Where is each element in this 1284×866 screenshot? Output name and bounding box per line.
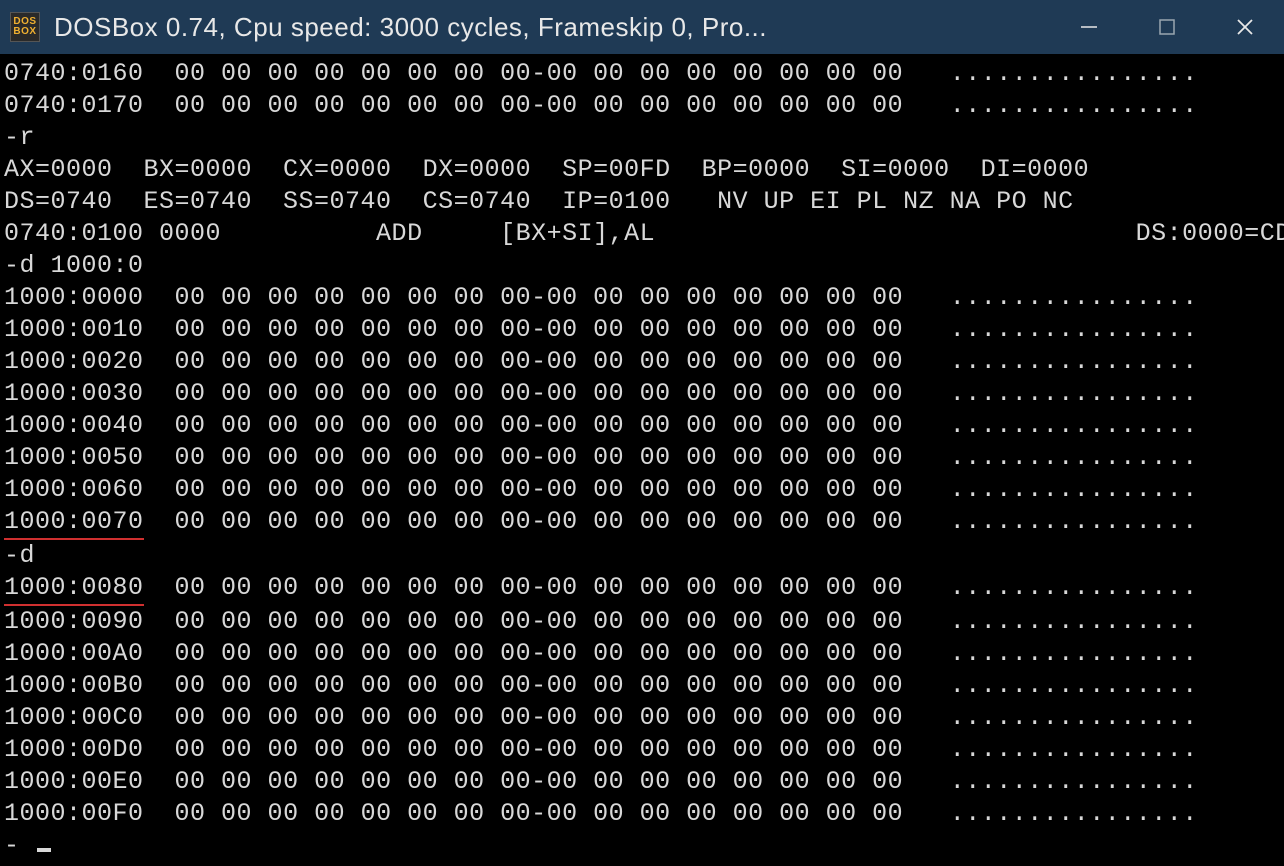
memdump-address: 1000:0010 xyxy=(4,315,144,344)
memdump-ascii: ................ xyxy=(950,671,1198,700)
memdump-address: 0740:0160 xyxy=(4,59,144,88)
memdump-bytes: 00 00 00 00 00 00 00 00-00 00 00 00 00 0… xyxy=(175,767,904,796)
memdump-row: 1000:00F0 00 00 00 00 00 00 00 00-00 00 … xyxy=(4,798,1280,830)
minimize-icon xyxy=(1079,17,1099,37)
memdump-ascii: ................ xyxy=(950,607,1198,636)
command-input: -d xyxy=(4,540,1280,572)
memdump-address: 1000:0000 xyxy=(4,283,144,312)
memdump-bytes: 00 00 00 00 00 00 00 00-00 00 00 00 00 0… xyxy=(175,507,904,536)
memdump-address: 1000:0060 xyxy=(4,475,144,504)
memdump-row: 1000:00B0 00 00 00 00 00 00 00 00-00 00 … xyxy=(4,670,1280,702)
memdump-address: 1000:0020 xyxy=(4,347,144,376)
memdump-bytes: 00 00 00 00 00 00 00 00-00 00 00 00 00 0… xyxy=(175,799,904,828)
memdump-ascii: ................ xyxy=(950,315,1198,344)
memdump-ascii: ................ xyxy=(950,443,1198,472)
memdump-address: 1000:00B0 xyxy=(4,671,144,700)
memdump-address: 1000:00C0 xyxy=(4,703,144,732)
memdump-row: 1000:0000 00 00 00 00 00 00 00 00-00 00 … xyxy=(4,282,1280,314)
memdump-row: 1000:00C0 00 00 00 00 00 00 00 00-00 00 … xyxy=(4,702,1280,734)
memdump-address: 0740:0170 xyxy=(4,91,144,120)
maximize-button[interactable] xyxy=(1128,0,1206,54)
memdump-bytes: 00 00 00 00 00 00 00 00-00 00 00 00 00 0… xyxy=(175,347,904,376)
memdump-bytes: 00 00 00 00 00 00 00 00-00 00 00 00 00 0… xyxy=(175,703,904,732)
memdump-bytes: 00 00 00 00 00 00 00 00-00 00 00 00 00 0… xyxy=(175,607,904,636)
registers-line: DS=0740 ES=0740 SS=0740 CS=0740 IP=0100 … xyxy=(4,186,1280,218)
disassembly-line: 0740:0100 0000 ADD [BX+SI],AL DS:0000=CD xyxy=(4,218,1280,250)
memdump-ascii: ................ xyxy=(950,379,1198,408)
memdump-address: 1000:0040 xyxy=(4,411,144,440)
memdump-address: 1000:00A0 xyxy=(4,639,144,668)
memdump-ascii: ................ xyxy=(950,475,1198,504)
memdump-ascii: ................ xyxy=(950,283,1198,312)
memdump-address: 1000:00E0 xyxy=(4,767,144,796)
memdump-bytes: 00 00 00 00 00 00 00 00-00 00 00 00 00 0… xyxy=(175,91,904,120)
memdump-ascii: ................ xyxy=(950,411,1198,440)
memdump-ascii: ................ xyxy=(950,507,1198,536)
memdump-row: 1000:0040 00 00 00 00 00 00 00 00-00 00 … xyxy=(4,410,1280,442)
memdump-row: 1000:00A0 00 00 00 00 00 00 00 00-00 00 … xyxy=(4,638,1280,670)
memdump-address: 1000:00F0 xyxy=(4,799,144,828)
memdump-row: 0740:0160 00 00 00 00 00 00 00 00-00 00 … xyxy=(4,58,1280,90)
memdump-row: 1000:0060 00 00 00 00 00 00 00 00-00 00 … xyxy=(4,474,1280,506)
window-title: DOSBox 0.74, Cpu speed: 3000 cycles, Fra… xyxy=(54,12,767,43)
app-window: DOS BOX DOSBox 0.74, Cpu speed: 3000 cyc… xyxy=(0,0,1284,866)
memdump-bytes: 00 00 00 00 00 00 00 00-00 00 00 00 00 0… xyxy=(175,639,904,668)
memdump-address: 1000:00D0 xyxy=(4,735,144,764)
memdump-ascii: ................ xyxy=(950,799,1198,828)
memdump-bytes: 00 00 00 00 00 00 00 00-00 00 00 00 00 0… xyxy=(175,379,904,408)
memdump-row: 1000:0080 00 00 00 00 00 00 00 00-00 00 … xyxy=(4,572,1280,606)
memdump-bytes: 00 00 00 00 00 00 00 00-00 00 00 00 00 0… xyxy=(175,443,904,472)
command-input: -r xyxy=(4,122,1280,154)
memdump-row: 1000:0050 00 00 00 00 00 00 00 00-00 00 … xyxy=(4,442,1280,474)
memdump-row: 1000:0010 00 00 00 00 00 00 00 00-00 00 … xyxy=(4,314,1280,346)
memdump-ascii: ................ xyxy=(950,59,1198,88)
memdump-row: 1000:0030 00 00 00 00 00 00 00 00-00 00 … xyxy=(4,378,1280,410)
memdump-ascii: ................ xyxy=(950,703,1198,732)
memdump-bytes: 00 00 00 00 00 00 00 00-00 00 00 00 00 0… xyxy=(175,283,904,312)
memdump-address: 1000:0090 xyxy=(4,607,144,636)
terminal-output[interactable]: 0740:0160 00 00 00 00 00 00 00 00-00 00 … xyxy=(0,54,1284,866)
memdump-address: 1000:0080 xyxy=(4,572,144,606)
prompt[interactable]: - xyxy=(4,830,1280,862)
memdump-row: 1000:0020 00 00 00 00 00 00 00 00-00 00 … xyxy=(4,346,1280,378)
memdump-row: 1000:00D0 00 00 00 00 00 00 00 00-00 00 … xyxy=(4,734,1280,766)
cursor xyxy=(37,848,51,852)
memdump-bytes: 00 00 00 00 00 00 00 00-00 00 00 00 00 0… xyxy=(175,671,904,700)
memdump-row: 1000:0090 00 00 00 00 00 00 00 00-00 00 … xyxy=(4,606,1280,638)
memdump-bytes: 00 00 00 00 00 00 00 00-00 00 00 00 00 0… xyxy=(175,475,904,504)
close-button[interactable] xyxy=(1206,0,1284,54)
titlebar[interactable]: DOS BOX DOSBox 0.74, Cpu speed: 3000 cyc… xyxy=(0,0,1284,54)
memdump-ascii: ................ xyxy=(950,91,1198,120)
command-input: -d 1000:0 xyxy=(4,250,1280,282)
memdump-bytes: 00 00 00 00 00 00 00 00-00 00 00 00 00 0… xyxy=(175,735,904,764)
memdump-bytes: 00 00 00 00 00 00 00 00-00 00 00 00 00 0… xyxy=(175,573,904,602)
memdump-ascii: ................ xyxy=(950,573,1198,602)
memdump-bytes: 00 00 00 00 00 00 00 00-00 00 00 00 00 0… xyxy=(175,315,904,344)
dosbox-icon: DOS BOX xyxy=(10,12,40,42)
memdump-row: 0740:0170 00 00 00 00 00 00 00 00-00 00 … xyxy=(4,90,1280,122)
memdump-ascii: ................ xyxy=(950,347,1198,376)
minimize-button[interactable] xyxy=(1050,0,1128,54)
memdump-ascii: ................ xyxy=(950,767,1198,796)
memdump-ascii: ................ xyxy=(950,735,1198,764)
memdump-bytes: 00 00 00 00 00 00 00 00-00 00 00 00 00 0… xyxy=(175,411,904,440)
registers-line: AX=0000 BX=0000 CX=0000 DX=0000 SP=00FD … xyxy=(4,154,1280,186)
memdump-bytes: 00 00 00 00 00 00 00 00-00 00 00 00 00 0… xyxy=(175,59,904,88)
memdump-ascii: ................ xyxy=(950,639,1198,668)
memdump-row: 1000:0070 00 00 00 00 00 00 00 00-00 00 … xyxy=(4,506,1280,540)
memdump-address: 1000:0030 xyxy=(4,379,144,408)
memdump-address: 1000:0050 xyxy=(4,443,144,472)
memdump-row: 1000:00E0 00 00 00 00 00 00 00 00-00 00 … xyxy=(4,766,1280,798)
close-icon xyxy=(1235,17,1255,37)
maximize-icon xyxy=(1157,17,1177,37)
memdump-address: 1000:0070 xyxy=(4,506,144,540)
